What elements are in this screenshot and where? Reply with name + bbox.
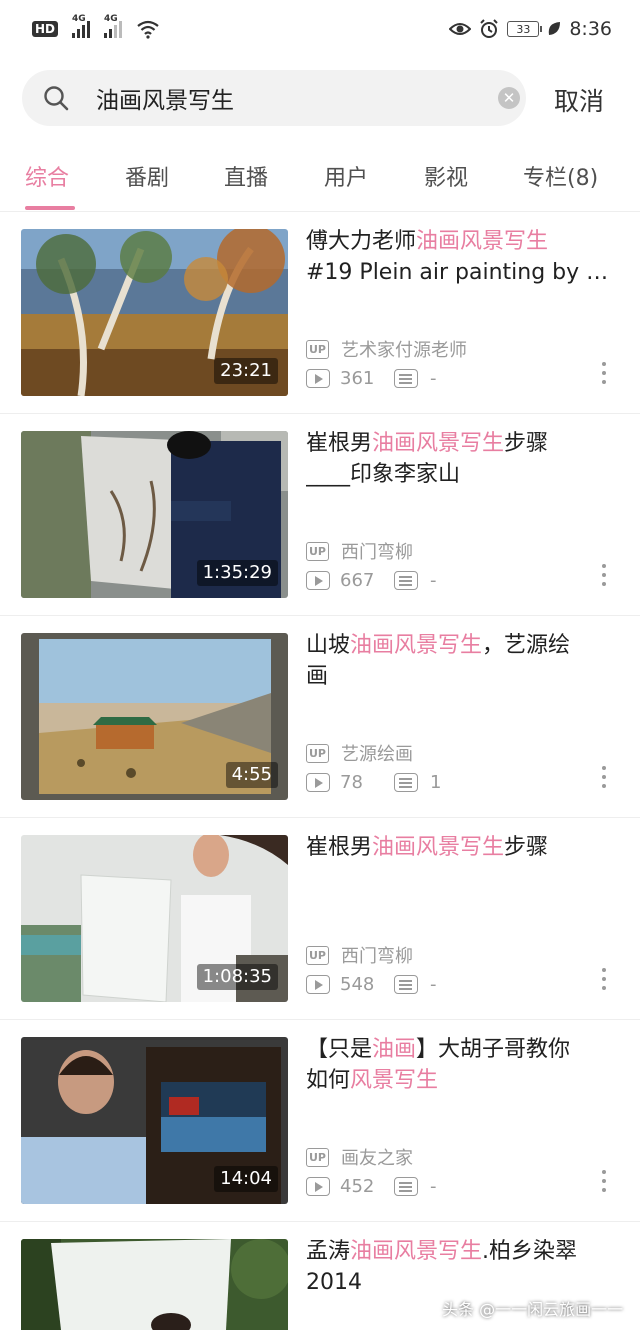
stats-row: 78 1 xyxy=(306,772,441,793)
search-box[interactable]: ✕ xyxy=(22,70,526,126)
uploader-name: 西门弯柳 xyxy=(341,542,413,563)
play-count-icon xyxy=(306,369,330,388)
video-duration: 1:08:35 xyxy=(196,964,278,990)
stats-row: 667 - xyxy=(306,570,437,591)
up-icon: UP xyxy=(306,339,329,359)
uploader-row[interactable]: UP 西门弯柳 xyxy=(306,538,413,564)
video-title[interactable]: 孟涛油画风景写生.柏乡染翠 2014 xyxy=(306,1236,614,1298)
view-count: 361 xyxy=(340,368,375,389)
danmaku-count: - xyxy=(430,974,437,995)
video-result[interactable]: 1:35:29 崔根男油画风景写生步骤 ____印象李家山 UP 西门弯柳 66… xyxy=(0,414,640,616)
view-count: 452 xyxy=(340,1176,375,1197)
battery-icon: 33 xyxy=(507,21,543,37)
uploader-name: 艺源绘画 xyxy=(341,744,413,765)
up-icon: UP xyxy=(306,945,329,965)
danmaku-icon xyxy=(394,773,418,792)
video-thumbnail[interactable]: 14:04 xyxy=(21,1037,288,1204)
more-options-icon[interactable] xyxy=(601,564,607,590)
search-input[interactable] xyxy=(96,70,476,126)
stats-row: 361 - xyxy=(306,368,437,389)
tab-movies[interactable]: 影视 xyxy=(424,160,468,192)
play-count-icon xyxy=(306,571,330,590)
view-count: 548 xyxy=(340,974,375,995)
clock: 8:36 xyxy=(569,18,612,40)
search-row: ✕ 取消 xyxy=(0,70,640,126)
more-options-icon[interactable] xyxy=(601,968,607,994)
video-thumbnail[interactable]: 1:35:29 xyxy=(21,431,288,598)
danmaku-count: - xyxy=(430,368,437,389)
uploader-name: 画友之家 xyxy=(341,1148,413,1169)
uploader-row[interactable]: UP 艺源绘画 xyxy=(306,740,413,766)
tab-all[interactable]: 综合 xyxy=(25,160,69,192)
video-duration: 4:55 xyxy=(225,762,278,788)
video-duration: 23:21 xyxy=(214,358,278,384)
tab-indicator xyxy=(25,206,75,210)
danmaku-icon xyxy=(394,1177,418,1196)
watermark: 头条 @一一闲云旅画一一 xyxy=(442,1300,624,1319)
play-count-icon xyxy=(306,975,330,994)
uploader-name: 西门弯柳 xyxy=(341,946,413,967)
danmaku-count: - xyxy=(430,570,437,591)
more-options-icon[interactable] xyxy=(601,362,607,388)
tab-articles[interactable]: 专栏(8) xyxy=(523,160,598,192)
video-result[interactable]: 4:55 山坡油画风景写生，艺源绘 画 UP 艺源绘画 78 1 xyxy=(0,616,640,818)
view-count: 667 xyxy=(340,570,375,591)
video-title[interactable]: 崔根男油画风景写生步骤 xyxy=(306,832,614,863)
alarm-icon xyxy=(480,19,499,38)
danmaku-count: 1 xyxy=(430,772,442,793)
search-icon xyxy=(44,86,69,111)
video-duration: 14:04 xyxy=(214,1166,278,1192)
video-result[interactable]: 23:21 傅大力老师油画风景写生 #19 Plein air painting… xyxy=(0,212,640,414)
video-thumbnail[interactable]: 4:55 xyxy=(21,633,288,800)
cancel-button[interactable]: 取消 xyxy=(554,82,604,118)
video-thumbnail[interactable]: 1:08:35 xyxy=(21,835,288,1002)
stats-row: 548 - xyxy=(306,974,437,995)
category-tabs: 综合 番剧 直播 用户 影视 专栏(8) xyxy=(0,150,640,212)
uploader-name: 艺术家付源老师 xyxy=(341,340,467,361)
danmaku-icon xyxy=(394,975,418,994)
eye-comfort-icon xyxy=(449,23,472,35)
video-title[interactable]: 山坡油画风景写生，艺源绘 画 xyxy=(306,630,614,692)
more-options-icon[interactable] xyxy=(601,1170,607,1196)
uploader-row[interactable]: UP 西门弯柳 xyxy=(306,942,413,968)
signal-icon-2: 4G xyxy=(104,14,123,38)
status-bar: HD 4G 4G 33 8:36 xyxy=(0,0,640,58)
more-options-icon[interactable] xyxy=(601,766,607,792)
stats-row: 452 - xyxy=(306,1176,437,1197)
play-count-icon xyxy=(306,1177,330,1196)
up-icon: UP xyxy=(306,541,329,561)
signal-icon: 4G xyxy=(72,14,91,38)
video-thumbnail[interactable]: 23:21 xyxy=(21,229,288,396)
danmaku-icon xyxy=(394,369,418,388)
tab-bangumi[interactable]: 番剧 xyxy=(125,160,169,192)
up-icon: UP xyxy=(306,1147,329,1167)
uploader-row[interactable]: UP 画友之家 xyxy=(306,1144,413,1170)
video-duration: 1:35:29 xyxy=(196,560,278,586)
video-thumbnail[interactable] xyxy=(21,1239,288,1330)
clear-icon[interactable]: ✕ xyxy=(498,87,520,109)
tab-live[interactable]: 直播 xyxy=(224,160,268,192)
uploader-row[interactable]: UP 艺术家付源老师 xyxy=(306,336,467,362)
view-count: 78 xyxy=(340,772,363,793)
hd-indicator: HD xyxy=(32,21,59,37)
wifi-icon xyxy=(137,20,159,39)
video-result[interactable]: 1:08:35 崔根男油画风景写生步骤 UP 西门弯柳 548 - xyxy=(0,818,640,1020)
danmaku-count: - xyxy=(430,1176,437,1197)
video-title[interactable]: 崔根男油画风景写生步骤 ____印象李家山 xyxy=(306,428,614,490)
tab-users[interactable]: 用户 xyxy=(324,160,368,192)
leaf-icon xyxy=(549,22,561,35)
up-icon: UP xyxy=(306,743,329,763)
play-count-icon xyxy=(306,773,330,792)
video-title[interactable]: 【只是油画】大胡子哥教你 如何风景写生 xyxy=(306,1034,614,1096)
video-result[interactable]: 14:04 【只是油画】大胡子哥教你 如何风景写生 UP 画友之家 452 - xyxy=(0,1020,640,1222)
danmaku-icon xyxy=(394,571,418,590)
video-title[interactable]: 傅大力老师油画风景写生 #19 Plein air painting by F.… xyxy=(306,226,614,288)
